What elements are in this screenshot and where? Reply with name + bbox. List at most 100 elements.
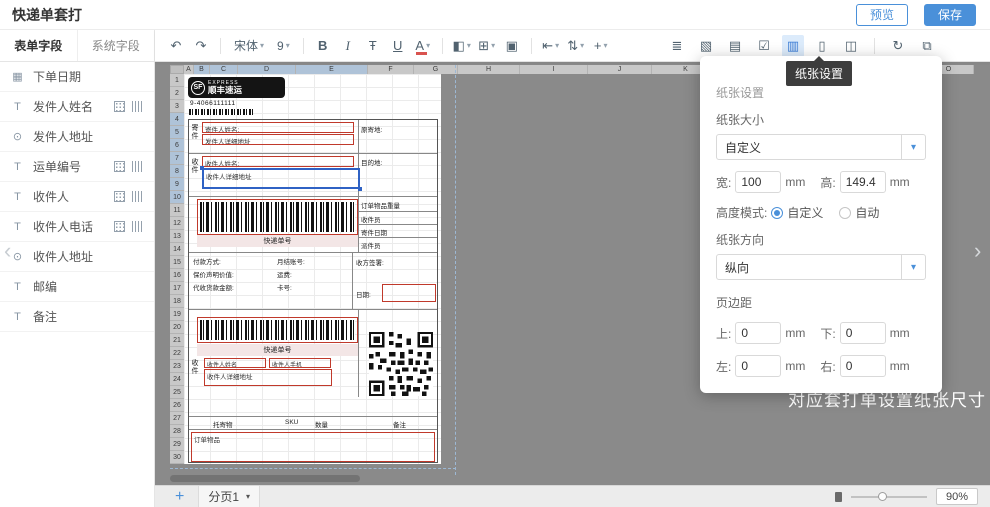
row-header-25[interactable]: 25 (170, 386, 184, 399)
preview-button[interactable]: 预览 (856, 4, 908, 26)
mode-auto-label[interactable]: 自动 (855, 204, 879, 221)
fill-color-icon[interactable]: ◧▾ (451, 35, 473, 57)
waybill-barcode-2[interactable] (197, 317, 358, 343)
field-item-5[interactable]: T收件人电话 (0, 212, 154, 242)
font-size-select[interactable]: 9 ▾ (272, 35, 295, 57)
column-header-G[interactable]: G (414, 65, 458, 74)
field-item-2[interactable]: ⊙发件人地址 (0, 122, 154, 152)
qr-code[interactable] (369, 332, 433, 396)
row-header-10[interactable]: 10 (170, 191, 184, 204)
row-header-28[interactable]: 28 (170, 425, 184, 438)
font-color-icon[interactable]: A▾ (412, 35, 434, 57)
column-header-H[interactable]: H (458, 65, 520, 74)
zoom-fit-icon[interactable] (835, 492, 842, 502)
barcode-icon[interactable] (132, 101, 144, 112)
row-header-26[interactable]: 26 (170, 399, 184, 412)
row-header-13[interactable]: 13 (170, 230, 184, 243)
insert-icon[interactable]: +▾ (590, 35, 612, 57)
row-header-19[interactable]: 19 (170, 308, 184, 321)
recipient2-name-field[interactable]: 收件人姓名 (204, 358, 266, 368)
row-header-8[interactable]: 8 (170, 165, 184, 178)
page-tab[interactable]: 分页1 ▾ (198, 486, 260, 507)
barcode-icon[interactable] (132, 221, 144, 232)
row-header-21[interactable]: 21 (170, 334, 184, 347)
barcode-icon[interactable] (132, 191, 144, 202)
refresh-icon[interactable]: ↻ (887, 35, 909, 57)
font-family-select[interactable]: 宋体 ▾ (229, 35, 269, 57)
margin-left-input[interactable] (735, 355, 781, 377)
column-header-A[interactable]: A (184, 65, 194, 74)
row-header-14[interactable]: 14 (170, 243, 184, 256)
barcode-icon[interactable] (132, 161, 144, 172)
row-header-18[interactable]: 18 (170, 295, 184, 308)
width-input[interactable] (735, 171, 781, 193)
zoom-slider-handle[interactable] (878, 492, 887, 501)
save-button[interactable]: 保存 (924, 4, 976, 26)
qr-code-icon[interactable] (114, 161, 125, 172)
height-input[interactable] (840, 171, 886, 193)
radio-auto[interactable] (839, 207, 851, 219)
row-header-22[interactable]: 22 (170, 347, 184, 360)
chevron-down-icon[interactable]: ▾ (901, 255, 925, 279)
row-header-17[interactable]: 17 (170, 282, 184, 295)
align-vertical-icon[interactable]: ⇅▾ (565, 35, 587, 57)
page-icon[interactable]: ▯ (811, 35, 833, 57)
sender-address-field[interactable]: 发件人详细地址 (202, 134, 354, 145)
column-header-C[interactable]: C (210, 65, 238, 74)
recipient-address-field-selected[interactable]: 收件人详细地址 (202, 168, 360, 189)
margin-top-input[interactable] (735, 322, 781, 344)
columns-icon[interactable]: ◫ (840, 35, 862, 57)
qr-code-icon[interactable] (114, 101, 125, 112)
bold-icon[interactable]: B (312, 35, 334, 57)
row-header-15[interactable]: 15 (170, 256, 184, 269)
sign-date-field[interactable] (382, 284, 436, 302)
prev-panel-chevron-icon[interactable]: ‹ (4, 240, 11, 262)
field-item-8[interactable]: T备注 (0, 302, 154, 332)
row-header-9[interactable]: 9 (170, 178, 184, 191)
label-sheet[interactable]: SF EXPRESS 顺丰速运 9-4066111111 寄件 寄件人姓名: 发… (184, 74, 441, 464)
italic-icon[interactable]: I (337, 35, 359, 57)
row-header-12[interactable]: 12 (170, 217, 184, 230)
waybill-barcode-1[interactable] (197, 199, 358, 235)
field-item-0[interactable]: ▦下单日期 (0, 62, 154, 92)
field-item-7[interactable]: T邮编 (0, 272, 154, 302)
paper-settings-icon[interactable]: ▥ (782, 35, 804, 57)
row-header-4[interactable]: 4 (170, 113, 184, 126)
column-header-E[interactable]: E (296, 65, 368, 74)
undo-icon[interactable]: ↶ (165, 35, 187, 57)
row-header-3[interactable]: 3 (170, 100, 184, 113)
next-panel-chevron-icon[interactable]: › (974, 240, 981, 262)
recipient2-phone-field[interactable]: 收件人手机 (269, 358, 331, 368)
column-header-J[interactable]: J (588, 65, 652, 74)
row-header-20[interactable]: 20 (170, 321, 184, 334)
zoom-slider[interactable] (851, 496, 927, 498)
chevron-down-icon[interactable]: ▾ (901, 135, 925, 159)
tab-system-fields[interactable]: 系统字段 (78, 30, 155, 61)
paper-size-select[interactable]: 自定义 ▾ (716, 134, 926, 160)
column-header-B[interactable]: B (194, 65, 210, 74)
tab-form-fields[interactable]: 表单字段 (0, 30, 78, 61)
sheet-corner[interactable] (170, 65, 184, 74)
row-header-24[interactable]: 24 (170, 373, 184, 386)
strikethrough-icon[interactable]: Ŧ (362, 35, 384, 57)
order-items-field[interactable]: 订单物品 (191, 432, 435, 462)
row-header-27[interactable]: 27 (170, 412, 184, 425)
row-header-2[interactable]: 2 (170, 87, 184, 100)
recipient2-address-field[interactable]: 收件人详细地址 (204, 369, 332, 386)
row-header-6[interactable]: 6 (170, 139, 184, 152)
field-item-6[interactable]: ⊙收件人地址 (0, 242, 154, 272)
row-header-7[interactable]: 7 (170, 152, 184, 165)
orientation-select[interactable]: 纵向 ▾ (716, 254, 926, 280)
row-header-5[interactable]: 5 (170, 126, 184, 139)
qr-code-icon[interactable] (114, 221, 125, 232)
sender-name-field[interactable]: 寄件人姓名: (202, 122, 354, 133)
image-frame-icon[interactable]: ▤ (724, 35, 746, 57)
field-item-3[interactable]: T运单编号 (0, 152, 154, 182)
list-settings-icon[interactable]: ≣ (666, 35, 688, 57)
margin-bottom-input[interactable] (840, 322, 886, 344)
recipient-name-field[interactable]: 收件人姓名: (202, 156, 354, 167)
field-item-1[interactable]: T发件人姓名 (0, 92, 154, 122)
borders-icon[interactable]: ⊞▾ (476, 35, 498, 57)
mode-custom-label[interactable]: 自定义 (787, 204, 823, 221)
qr-code-icon[interactable] (114, 191, 125, 202)
